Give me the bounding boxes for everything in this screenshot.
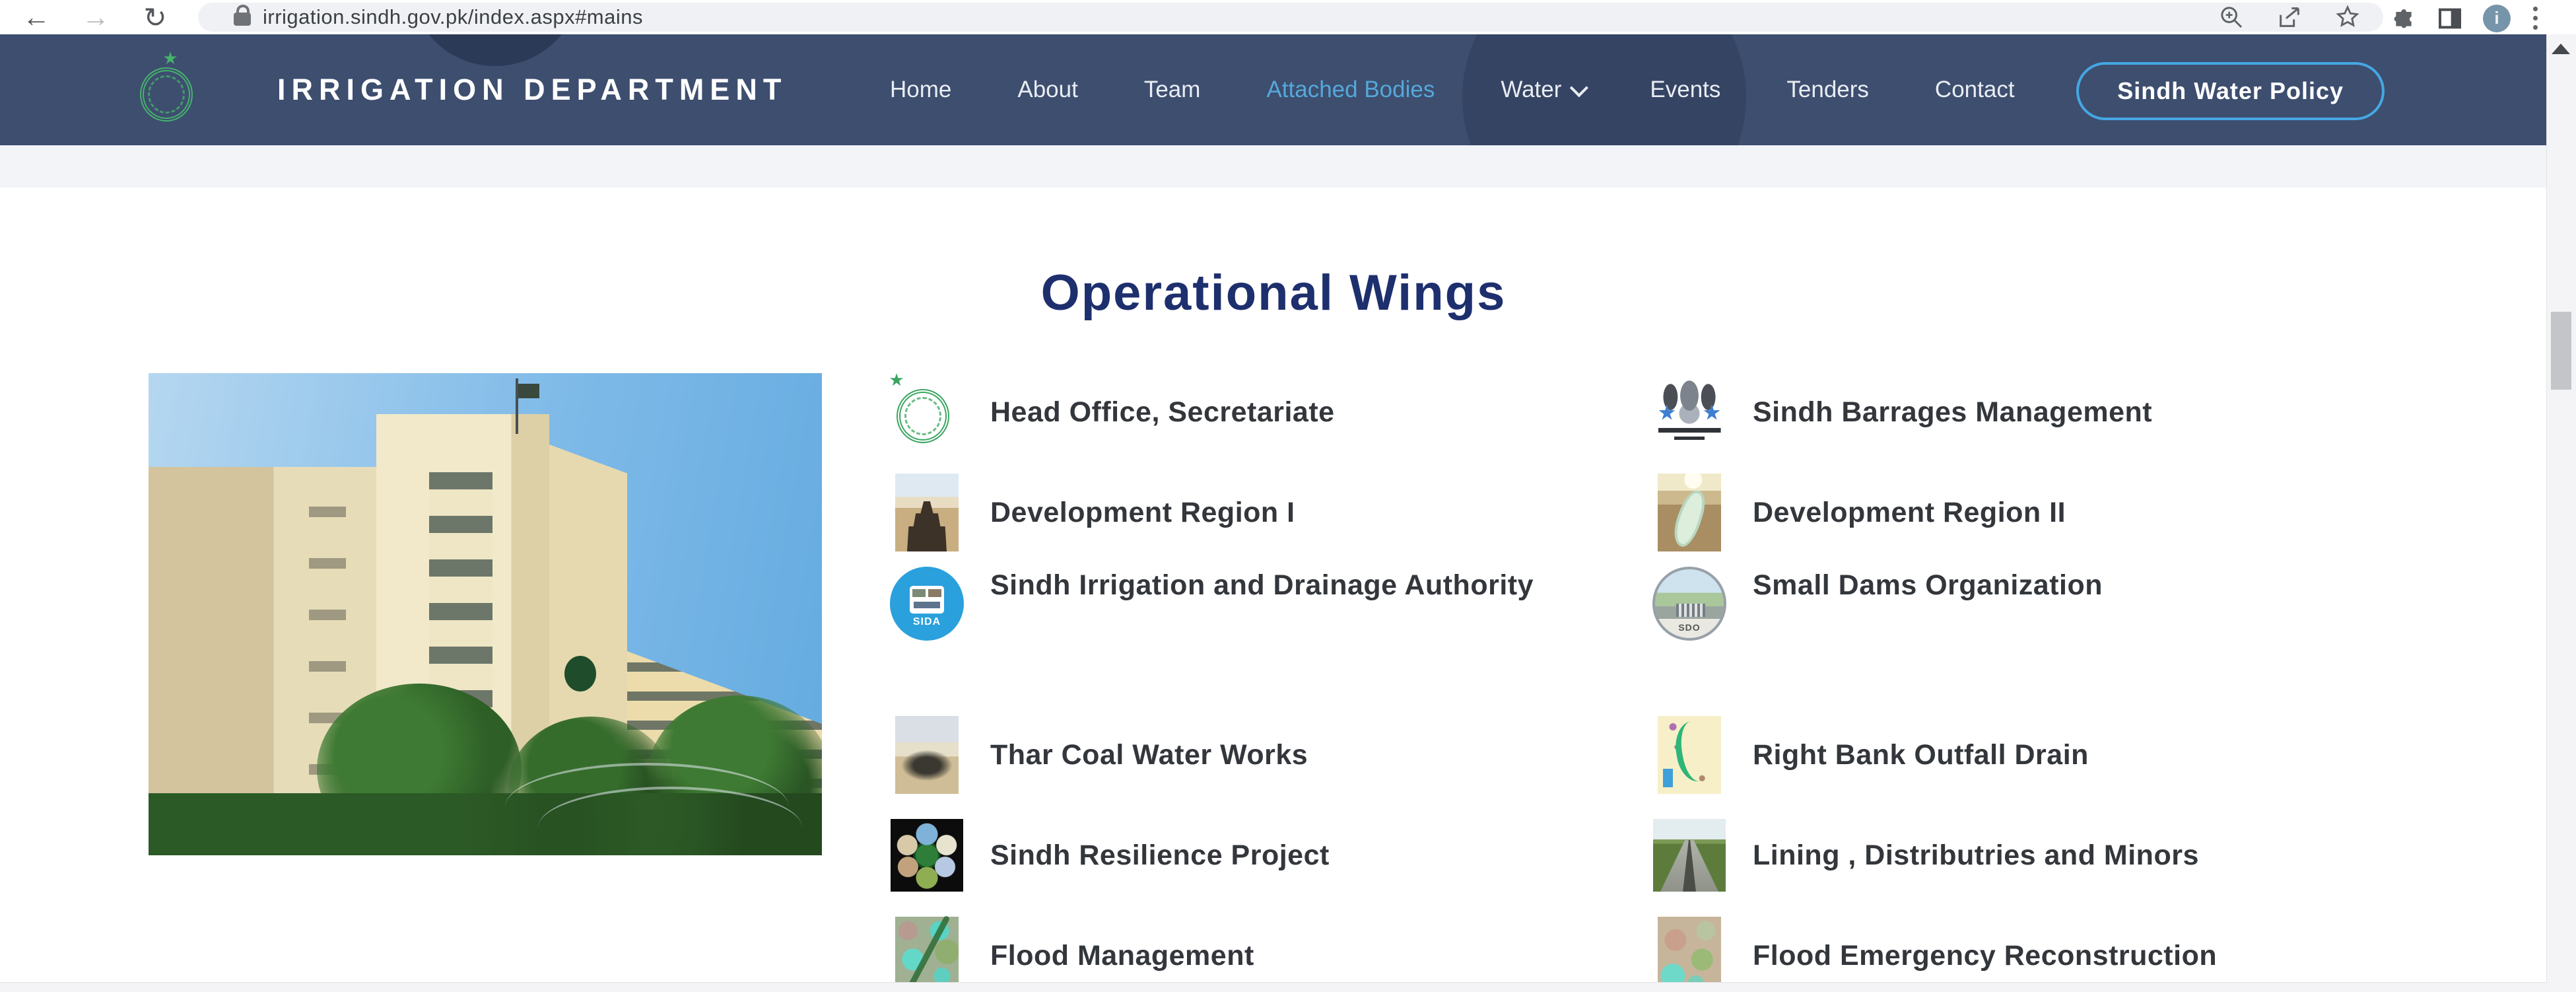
petal-collage-logo-icon [891, 819, 963, 892]
chevron-down-icon [1570, 79, 1588, 97]
bookmark-star-icon[interactable] [2334, 4, 2361, 30]
nav-link-tenders[interactable]: Tenders [1786, 77, 1869, 103]
zoom-icon[interactable] [2218, 4, 2245, 30]
sindh-crest-icon: ★ [897, 376, 957, 448]
vertical-scrollbar[interactable] [2546, 34, 2576, 992]
wing-link-thar-coal[interactable]: Thar Coal Water Works [890, 705, 1629, 805]
wing-label: Flood Emergency Reconstruction [1753, 937, 2217, 975]
sida-logo-icon: SIDA [890, 567, 964, 641]
wing-label: Lining , Distributries and Minors [1753, 837, 2199, 874]
wing-link-small-dams[interactable]: SDO Small Dams Organization [1652, 563, 2550, 705]
navbar-sub-strip [0, 145, 2547, 188]
share-icon[interactable] [2276, 4, 2303, 30]
wing-link-resilience[interactable]: Sindh Resilience Project [890, 805, 1629, 905]
nav-link-home[interactable]: Home [890, 77, 951, 103]
page-title: Operational Wings [0, 264, 2547, 322]
wing-link-lining[interactable]: Lining , Distributries and Minors [1652, 805, 2550, 905]
address-bar[interactable]: irrigation.sindh.gov.pk/index.aspx#mains [198, 3, 2383, 32]
toolbar-extensions-area: i [2390, 4, 2540, 32]
wing-label: Head Office, Secretariate [990, 394, 1335, 431]
wing-link-flood-emergency[interactable]: Flood Emergency Reconstruction [1652, 905, 2550, 992]
wing-label: Development Region I [990, 494, 1295, 532]
wing-link-flood-management[interactable]: Flood Management [890, 905, 1629, 992]
wing-label: Sindh Resilience Project [990, 837, 1330, 874]
reload-button[interactable]: ↻ [132, 0, 178, 34]
url-text: irrigation.sindh.gov.pk/index.aspx#mains [263, 5, 2218, 29]
satellite-map-icon [1658, 917, 1721, 992]
nav-link-contact[interactable]: Contact [1935, 77, 2015, 103]
nav-link-attached-bodies[interactable]: Attached Bodies [1266, 77, 1435, 103]
sidebar-panel-icon[interactable] [2437, 5, 2463, 32]
flag [518, 384, 539, 398]
wing-label: Sindh Irrigation and Drainage Authority [990, 567, 1534, 604]
profile-avatar[interactable]: i [2483, 5, 2511, 32]
scrollbar-thumb[interactable] [2551, 312, 2571, 390]
nav-link-water[interactable]: Water [1501, 77, 1584, 103]
lined-canal-photo-icon [1653, 819, 1726, 892]
wing-link-barrages[interactable]: Sindh Barrages Management [1652, 362, 2550, 462]
nav-link-team[interactable]: Team [1144, 77, 1201, 103]
forward-button[interactable]: → [73, 0, 119, 34]
wing-link-development-region-2[interactable]: Development Region II [1652, 462, 2550, 563]
wings-column-right: Sindh Barrages Management Development Re… [1652, 362, 2550, 992]
canal-steps-photo-icon [895, 474, 959, 551]
horizontal-scrollbar[interactable] [0, 982, 2547, 992]
wing-label: Development Region II [1753, 494, 2066, 532]
omnibox-icons [2218, 4, 2361, 30]
wing-link-development-region-1[interactable]: Development Region I [890, 462, 1629, 563]
wing-label: Flood Management [990, 937, 1254, 975]
site-title: IRRIGATION DEPARTMENT [277, 34, 787, 145]
chrome-menu-icon[interactable] [2530, 4, 2540, 32]
sindh-government-logo[interactable]: ★ [140, 54, 201, 125]
wing-label: Right Bank Outfall Drain [1753, 736, 2089, 774]
building-emblem [564, 656, 596, 691]
river-aerial-photo-icon [1658, 474, 1721, 551]
nav-link-about[interactable]: About [1017, 77, 1077, 103]
secretariat-building-photo [149, 373, 822, 855]
wing-link-head-office[interactable]: ★ Head Office, Secretariate [890, 362, 1629, 462]
satellite-map-icon [895, 917, 959, 992]
dam-seal-icon: SDO [1652, 567, 1726, 641]
browser-window: ← → ↻ irrigation.sindh.gov.pk/index.aspx… [0, 0, 2576, 992]
desert-photo-icon [895, 716, 959, 794]
wing-label: Small Dams Organization [1753, 567, 2103, 604]
extensions-puzzle-icon[interactable] [2390, 5, 2417, 32]
scroll-up-arrow-icon[interactable] [2552, 44, 2570, 54]
main-nav: Home About Team Attached Bodies Water Ev… [890, 34, 2015, 145]
drain-map-icon [1658, 716, 1721, 794]
sindh-crest-icon: ★ [140, 54, 201, 125]
sindh-water-policy-button[interactable]: Sindh Water Policy [2076, 62, 2385, 120]
wing-label: Thar Coal Water Works [990, 736, 1308, 774]
barrages-emblem-icon [1653, 378, 1726, 446]
back-button[interactable]: ← [13, 0, 59, 34]
nav-link-events[interactable]: Events [1650, 77, 1720, 103]
wing-label: Sindh Barrages Management [1753, 394, 2152, 431]
browser-toolbar: ← → ↻ irrigation.sindh.gov.pk/index.aspx… [0, 0, 2576, 34]
lock-icon[interactable] [234, 13, 251, 26]
wing-link-sida[interactable]: SIDA Sindh Irrigation and Drainage Autho… [890, 563, 1629, 705]
wings-column-left: ★ Head Office, Secretariate Development … [890, 362, 1629, 992]
site-navbar: ★ IRRIGATION DEPARTMENT Home About Team … [0, 34, 2547, 145]
wing-link-rbod[interactable]: Right Bank Outfall Drain [1652, 705, 2550, 805]
